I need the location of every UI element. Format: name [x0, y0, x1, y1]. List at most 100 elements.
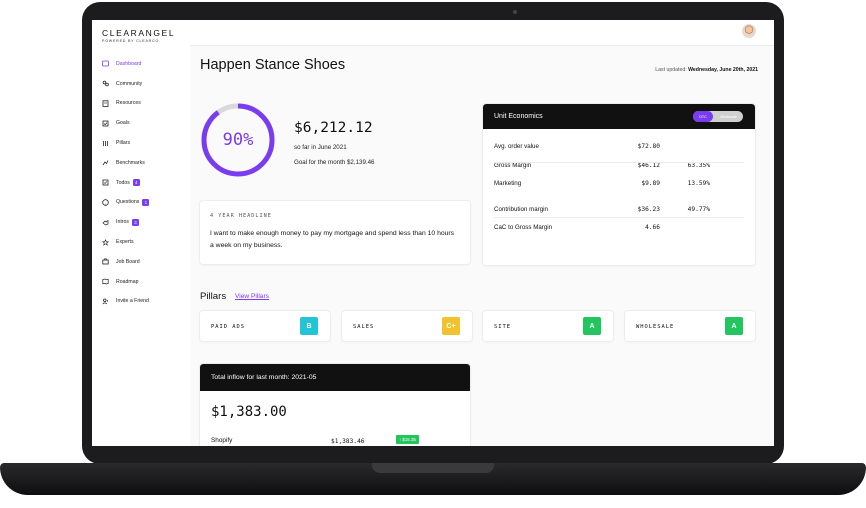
- sidebar-item-label: Invite a Friend: [116, 298, 149, 305]
- inflow-amount: $1,383.00: [211, 404, 287, 420]
- sidebar-item-resources[interactable]: Resources: [102, 94, 190, 114]
- toggle-dtc[interactable]: DTC: [693, 111, 713, 122]
- pillar-label: WHOLESALE: [636, 324, 675, 330]
- laptop-notch: [372, 463, 494, 473]
- goal-so-far: so far in June 2021: [294, 144, 347, 151]
- sidebar-item-label: Roadmap: [116, 278, 139, 285]
- community-icon: [102, 80, 109, 87]
- sidebar-item-label: Questions: [116, 199, 140, 206]
- unit-economics-row: Marketing $9.89 13.59%: [494, 180, 744, 192]
- headline-text: I want to make enough money to pay my mo…: [210, 230, 455, 249]
- camera: [513, 10, 517, 14]
- sidebar-nav: Dashboard Community Resources Goals Pillars B…: [102, 54, 190, 311]
- pillar-grade-badge: A: [725, 317, 743, 335]
- ue-value: $46.12: [637, 162, 660, 169]
- pillar-label: SALES: [353, 324, 375, 330]
- unit-economics-row: Avg. order value $72.80: [494, 143, 744, 155]
- ue-pct: 63.35%: [687, 162, 710, 169]
- toggle-wholesale[interactable]: Wholesale: [714, 111, 743, 122]
- sidebar-item-pillars[interactable]: Pillars: [102, 133, 190, 153]
- invite-icon: [102, 298, 109, 305]
- sidebar-item-benchmarks[interactable]: Benchmarks: [102, 153, 190, 173]
- sidebar-item-label: Experts: [116, 239, 134, 246]
- questions-icon: [102, 199, 109, 206]
- logo-text: CLEARANGEL: [102, 28, 176, 38]
- pillar-card-site[interactable]: SITE A: [483, 311, 613, 341]
- inflow-card: Total inflow for last month: 2021-05 $1,…: [200, 364, 470, 446]
- logo[interactable]: CLEARANGEL POWERED BY CLEARCO: [102, 28, 182, 43]
- unit-economics-title: Unit Economics: [494, 113, 543, 120]
- laptop-base: [0, 463, 866, 495]
- sidebar-item-job-board[interactable]: Job Board: [102, 252, 190, 272]
- pillar-card-paid-ads[interactable]: PAID ADS B: [200, 311, 330, 341]
- sidebar-item-label: Intros: [116, 219, 129, 226]
- todos-icon: [102, 179, 109, 186]
- pillar-grade-badge: C+: [442, 317, 460, 335]
- sidebar-item-label: Dashboard: [116, 60, 142, 67]
- dashboard-icon: [102, 60, 109, 67]
- ue-label: Avg. order value: [494, 143, 539, 150]
- view-pillars-link[interactable]: View Pillars: [235, 293, 269, 300]
- app-screen: CLEARANGEL POWERED BY CLEARCO Dashboard C…: [92, 20, 774, 446]
- ue-label: CaC to Gross Margin: [494, 224, 553, 231]
- last-updated-value: Wednesday, June 20th, 2021: [688, 67, 758, 73]
- sidebar-item-community[interactable]: Community: [102, 74, 190, 94]
- sidebar-item-roadmap[interactable]: Roadmap: [102, 272, 190, 292]
- sidebar-item-questions[interactable]: Questions 1: [102, 193, 190, 213]
- channel-toggle[interactable]: DTC Wholesale: [693, 111, 743, 122]
- main-content: Happen Stance Shoes Last updated: Wednes…: [190, 20, 774, 446]
- sidebar-item-label: Goals: [116, 120, 130, 127]
- sidebar-item-todos[interactable]: Todos 4: [102, 173, 190, 193]
- roadmap-icon: [102, 278, 109, 285]
- inflow-header: Total inflow for last month: 2021-05: [200, 364, 470, 391]
- pillar-grade-badge: B: [300, 317, 318, 335]
- last-updated-label: Last updated:: [655, 67, 687, 73]
- ue-divider: [494, 162, 744, 163]
- sidebar: CLEARANGEL POWERED BY CLEARCO Dashboard C…: [92, 20, 190, 446]
- pillars-icon: [102, 140, 109, 147]
- ue-pct: 49.77%: [687, 206, 710, 213]
- sidebar-item-label: Pillars: [116, 140, 131, 147]
- job-board-icon: [102, 258, 109, 265]
- pillars-title: Pillars: [200, 291, 227, 302]
- intros-icon: [102, 219, 109, 226]
- ue-label: Marketing: [494, 180, 522, 187]
- sidebar-item-invite-a-friend[interactable]: Invite a Friend: [102, 292, 190, 312]
- ue-value: $9.89: [641, 180, 660, 187]
- sidebar-item-goals[interactable]: Goals: [102, 113, 190, 133]
- goals-icon: [102, 120, 109, 127]
- unit-economics-header: Unit Economics DTC Wholesale: [483, 104, 755, 129]
- inflow-source-value: $1,383.46: [331, 438, 365, 445]
- sidebar-item-label: Benchmarks: [116, 159, 145, 166]
- sidebar-item-intros[interactable]: Intros 3: [102, 212, 190, 232]
- count-badge: 3: [131, 218, 139, 226]
- last-updated: Last updated: Wednesday, June 20th, 2021: [655, 67, 758, 73]
- sidebar-item-label: Resources: [116, 100, 141, 107]
- unit-economics-row: Gross Margin $46.12 63.35%: [494, 162, 744, 174]
- sidebar-item-label: Todos: [116, 179, 130, 186]
- logo-subtext: POWERED BY CLEARCO: [102, 39, 160, 43]
- pillar-card-wholesale[interactable]: WHOLESALE A: [625, 311, 755, 341]
- avatar[interactable]: [742, 24, 756, 38]
- inflow-source-label: Shopify: [211, 437, 233, 444]
- pillar-label: PAID ADS: [211, 324, 245, 330]
- headline-label: 4 YEAR HEADLINE: [210, 213, 272, 219]
- count-badge: 4: [132, 179, 140, 187]
- ue-pct: 13.59%: [687, 180, 710, 187]
- sidebar-item-label: Community: [116, 80, 143, 87]
- ue-value: 4.66: [645, 224, 660, 231]
- ue-label: Contribution margin: [494, 206, 548, 213]
- top-bar: [190, 20, 774, 46]
- resources-icon: [102, 100, 109, 107]
- sidebar-item-experts[interactable]: Experts: [102, 232, 190, 252]
- unit-economics-row: CaC to Gross Margin 4.66: [494, 224, 744, 236]
- ue-value: $36.23: [637, 206, 660, 213]
- sidebar-item-dashboard[interactable]: Dashboard: [102, 54, 190, 74]
- unit-economics-card: Unit Economics DTC Wholesale Avg. order …: [483, 104, 755, 265]
- benchmarks-icon: [102, 159, 109, 166]
- sidebar-item-label: Job Board: [116, 258, 140, 265]
- pillar-card-sales[interactable]: SALES C+: [342, 311, 472, 341]
- goal-month: Goal for the month $2,139.46: [294, 159, 375, 166]
- ue-value: $72.80: [637, 143, 660, 150]
- experts-icon: [102, 238, 109, 246]
